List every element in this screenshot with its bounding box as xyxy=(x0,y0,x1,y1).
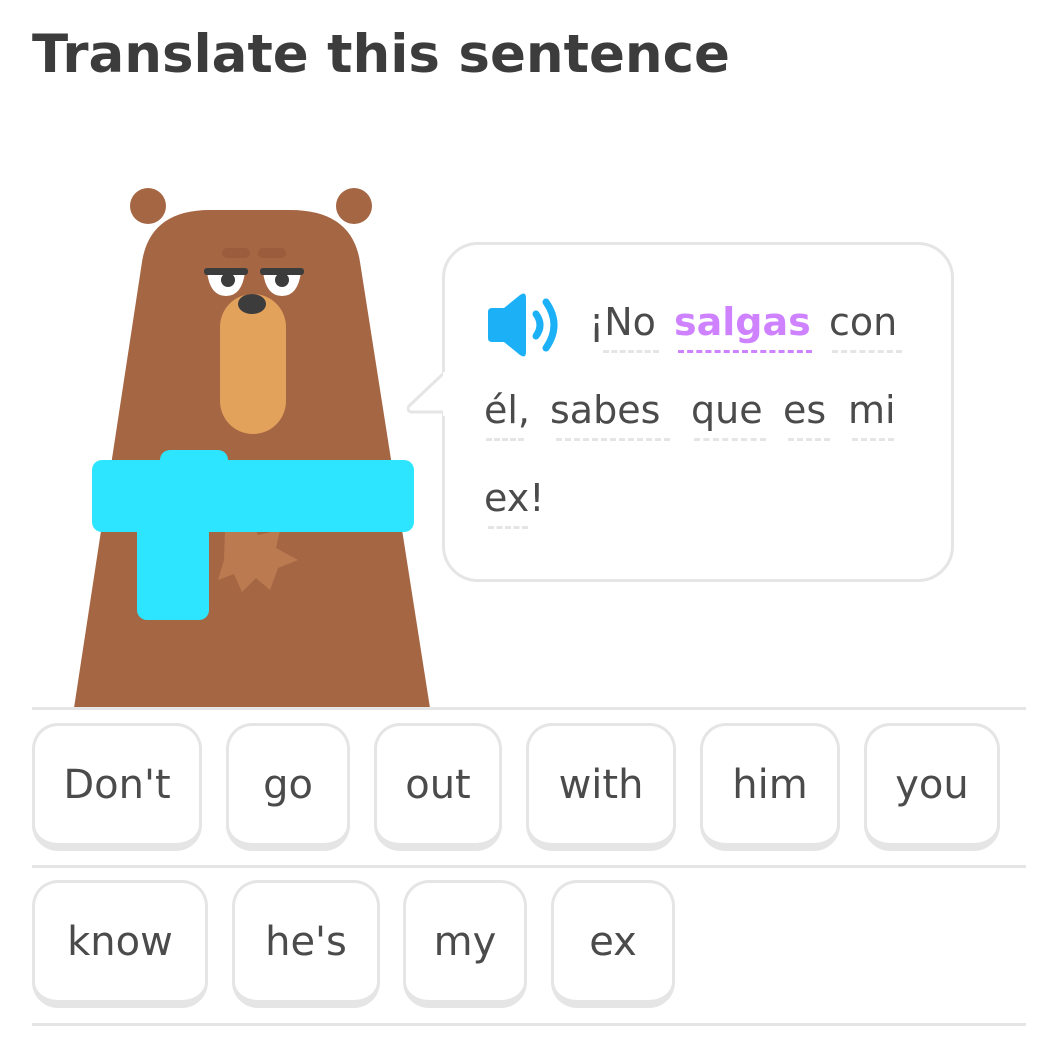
sentence-word[interactable]: ex! xyxy=(484,476,544,520)
answer-line-1 xyxy=(32,707,1026,710)
word-tile[interactable]: go xyxy=(226,723,350,851)
answer-line-3 xyxy=(32,1023,1026,1026)
word-underline xyxy=(488,526,528,529)
word-underline xyxy=(603,350,659,353)
sentence-word[interactable]: sabes xyxy=(550,388,660,432)
sentence-word[interactable]: mi xyxy=(848,388,896,432)
word-underline xyxy=(788,438,830,441)
word-tile[interactable]: with xyxy=(526,723,676,851)
word-tile[interactable]: Don't xyxy=(32,723,202,851)
word-tile[interactable]: he's xyxy=(232,880,380,1008)
word-underline xyxy=(694,438,766,441)
word-tile[interactable]: him xyxy=(700,723,840,851)
answer-line-2 xyxy=(32,865,1026,868)
word-tile[interactable]: my xyxy=(403,880,527,1008)
word-tile[interactable]: you xyxy=(864,723,1000,851)
sentence-word[interactable]: que xyxy=(691,388,763,432)
sentence-word[interactable]: ¡No xyxy=(589,300,656,344)
word-tile[interactable]: ex xyxy=(551,880,675,1008)
speech-bubble-tail xyxy=(407,372,447,416)
bear-character-illustration xyxy=(74,188,430,708)
word-tile[interactable]: know xyxy=(32,880,208,1008)
word-underline xyxy=(852,438,894,441)
word-tile[interactable]: out xyxy=(374,723,502,851)
sentence-word-highlighted[interactable]: salgas xyxy=(674,300,811,344)
word-underline xyxy=(556,438,670,441)
word-underline-highlighted xyxy=(678,350,812,353)
page-title: Translate this sentence xyxy=(32,24,731,85)
speaker-icon[interactable] xyxy=(482,292,566,358)
word-underline xyxy=(486,438,524,441)
sentence-word[interactable]: es xyxy=(783,388,826,432)
word-underline xyxy=(832,350,902,353)
sentence-word[interactable]: con xyxy=(829,300,897,344)
sentence-word[interactable]: él, xyxy=(484,388,530,432)
